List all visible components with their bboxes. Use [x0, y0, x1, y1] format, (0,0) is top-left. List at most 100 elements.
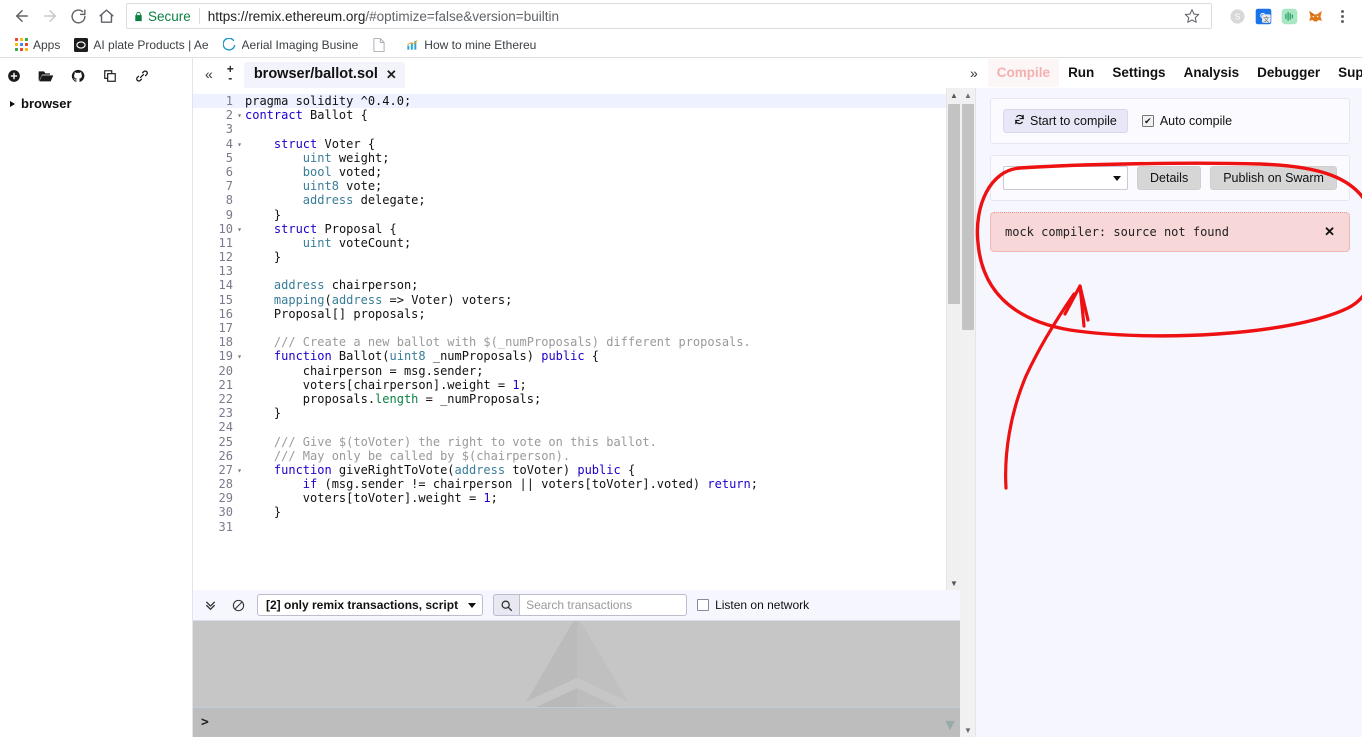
contract-select[interactable]: [1003, 166, 1128, 190]
code-line[interactable]: 28 if (msg.sender != chairperson || vote…: [193, 477, 946, 491]
code-line[interactable]: 20 chairperson = msg.sender;: [193, 364, 946, 378]
code-line[interactable]: 13: [193, 264, 946, 278]
close-icon[interactable]: ✕: [1324, 224, 1335, 240]
terminal-prompt[interactable]: >: [193, 707, 960, 737]
bookmark-star-icon[interactable]: [1179, 3, 1205, 29]
terminal-scroll-down-icon[interactable]: ▼: [942, 717, 958, 735]
code-line[interactable]: 10 ▾ struct Proposal {: [193, 222, 946, 236]
right-panel-scrollbar[interactable]: ▲ ▼: [960, 88, 976, 737]
github-icon[interactable]: [70, 68, 86, 84]
bookmark-how-to-mine-ethereum[interactable]: How to mine Ethereu: [399, 36, 542, 54]
editor-tab-ballot-sol[interactable]: browser/ballot.sol ✕: [243, 62, 405, 88]
chevrons-right-icon[interactable]: »: [964, 65, 988, 81]
audio-waveform-icon[interactable]: [1278, 5, 1300, 27]
code-line[interactable]: 27 ▾ function giveRightToVote(address toV…: [193, 463, 946, 477]
line-number: 28: [218, 477, 233, 492]
line-number: 10 ▾: [218, 221, 242, 236]
scroll-down-icon[interactable]: ▼: [947, 576, 961, 590]
editor-scrollbar-thumb[interactable]: [948, 104, 960, 304]
code-line[interactable]: 25 /// Give $(toVoter) the right to vote…: [193, 435, 946, 449]
code-line[interactable]: 30 }: [193, 505, 946, 519]
code-line[interactable]: 1 pragma solidity ^0.4.0;: [193, 94, 946, 109]
editor-scrollbar[interactable]: ▲ ▼: [946, 88, 960, 590]
code-line[interactable]: 7 uint8 vote;: [193, 179, 946, 193]
bookmarks-bar: Apps AI plate Products | Ae Aerial Imagi…: [0, 32, 1362, 58]
transaction-filter-select[interactable]: [2] only remix transactions, script: [257, 594, 484, 616]
code-line[interactable]: 5 uint weight;: [193, 151, 946, 165]
link-icon[interactable]: [134, 68, 150, 84]
forward-icon[interactable]: [36, 2, 64, 30]
skype-icon[interactable]: S: [1226, 5, 1248, 27]
code-line[interactable]: 14 address chairperson;: [193, 278, 946, 292]
tab-compile[interactable]: Compile: [987, 59, 1060, 87]
metamask-fox-icon[interactable]: [1304, 5, 1326, 27]
transaction-search[interactable]: [493, 594, 688, 616]
code-line[interactable]: 16 Proposal[] proposals;: [193, 307, 946, 321]
scroll-up-icon[interactable]: ▲: [947, 88, 961, 102]
code-line[interactable]: 15 mapping(address => Voter) voters;: [193, 293, 946, 307]
bookmark-apps[interactable]: Apps: [8, 36, 66, 54]
zoom-out-button[interactable]: -: [228, 72, 232, 84]
home-icon[interactable]: [92, 2, 120, 30]
chevron-right-icon[interactable]: [10, 100, 15, 107]
terminal-body[interactable]: > ▼: [193, 620, 960, 737]
auto-compile-checkbox[interactable]: ✔ Auto compile: [1141, 114, 1232, 128]
code-line[interactable]: 23 }: [193, 406, 946, 420]
details-button[interactable]: Details: [1137, 166, 1202, 190]
code-line[interactable]: 6 bool voted;: [193, 165, 946, 179]
search-input[interactable]: [519, 594, 688, 616]
bookmark-aerial-imaging[interactable]: Aerial Imaging Busine: [217, 36, 365, 54]
publish-on-swarm-button[interactable]: Publish on Swarm: [1210, 166, 1337, 190]
code-line[interactable]: 17: [193, 321, 946, 335]
tab-analysis[interactable]: Analysis: [1175, 59, 1249, 87]
code-text: chairperson = msg.sender;: [245, 363, 484, 378]
code-line[interactable]: 11 uint voteCount;: [193, 236, 946, 250]
code-line[interactable]: 29 voters[toVoter].weight = 1;: [193, 491, 946, 505]
file-tree: browser: [0, 90, 192, 117]
open-folder-icon[interactable]: [38, 68, 54, 84]
close-icon[interactable]: ✕: [386, 68, 397, 81]
file-tree-node-browser[interactable]: browser: [10, 96, 182, 111]
editor-zoom-controls[interactable]: + -: [227, 63, 234, 84]
tab-support[interactable]: Support: [1329, 59, 1362, 87]
code-line[interactable]: 4 ▾ struct Voter {: [193, 137, 946, 151]
code-line[interactable]: 19 ▾ function Ballot(uint8 _numProposals)…: [193, 349, 946, 363]
start-to-compile-button[interactable]: Start to compile: [1003, 109, 1128, 133]
code-line[interactable]: 2 ▾ contract Ballot {: [193, 108, 946, 122]
chrome-menu-icon[interactable]: [1330, 3, 1354, 29]
chevrons-left-icon[interactable]: «: [205, 67, 213, 81]
line-number: 23: [218, 406, 233, 421]
tab-run[interactable]: Run: [1059, 59, 1103, 87]
line-number: 14: [218, 278, 233, 293]
copy-icon[interactable]: [102, 68, 118, 84]
code-line[interactable]: 31: [193, 520, 946, 534]
chevrons-down-icon[interactable]: [201, 596, 219, 614]
checkbox-box[interactable]: ✔: [1141, 115, 1154, 127]
scroll-down-icon[interactable]: ▼: [960, 723, 976, 737]
code-line[interactable]: 21 voters[chairperson].weight = 1;: [193, 378, 946, 392]
code-line[interactable]: 24: [193, 420, 946, 434]
code-line[interactable]: 18 /// Create a new ballot with $(_numPr…: [193, 335, 946, 349]
code-editor[interactable]: 1 pragma solidity ^0.4.0; 2 ▾ contract Ballo…: [193, 88, 946, 590]
bookmark-ai-plate-products[interactable]: AI plate Products | Ae: [68, 36, 214, 54]
google-translate-icon[interactable]: G文: [1252, 5, 1274, 27]
back-icon[interactable]: [8, 2, 36, 30]
code-line[interactable]: 3: [193, 122, 946, 136]
checkbox-box[interactable]: [697, 599, 710, 611]
scroll-up-icon[interactable]: ▲: [960, 88, 976, 102]
tab-debugger[interactable]: Debugger: [1248, 59, 1329, 87]
code-line[interactable]: 22 proposals.length = _numProposals;: [193, 392, 946, 406]
reload-icon[interactable]: [64, 2, 92, 30]
tab-settings[interactable]: Settings: [1103, 59, 1174, 87]
code-line[interactable]: 12 }: [193, 250, 946, 264]
compile-error-box[interactable]: mock compiler: source not found ✕: [990, 212, 1350, 252]
clear-console-icon[interactable]: [229, 596, 247, 614]
bookmark-document[interactable]: [366, 36, 397, 54]
code-line[interactable]: 9 }: [193, 208, 946, 222]
code-line[interactable]: 26 /// May only be called by $(chairpers…: [193, 449, 946, 463]
code-line[interactable]: 8 address delegate;: [193, 193, 946, 207]
listen-on-network-checkbox[interactable]: Listen on network: [697, 598, 809, 612]
right-panel-scrollbar-thumb[interactable]: [962, 104, 974, 330]
omnibox[interactable]: Secure https://remix.ethereum.org/#optim…: [126, 3, 1212, 29]
create-file-icon[interactable]: [6, 68, 22, 84]
